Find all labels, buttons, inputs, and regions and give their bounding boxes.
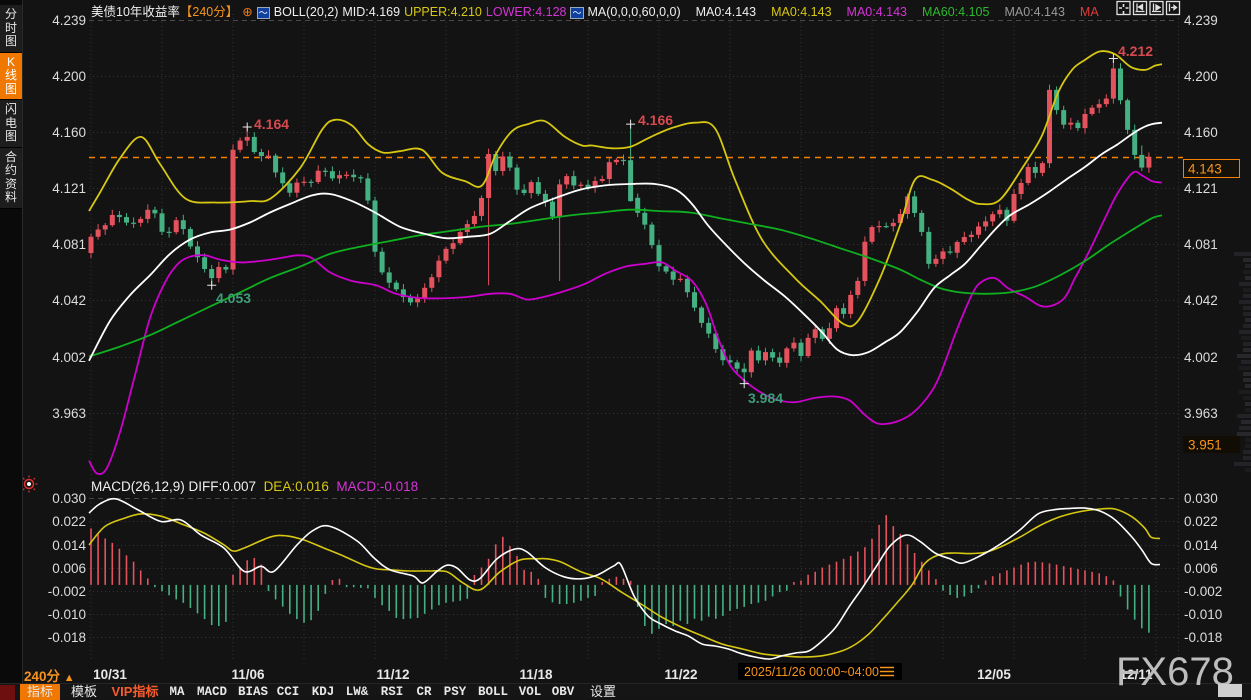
svg-text:-0.018: -0.018 (1184, 630, 1222, 645)
svg-text:12/05: 12/05 (977, 667, 1011, 682)
svg-text:4.081: 4.081 (52, 237, 86, 252)
svg-text:3.963: 3.963 (52, 406, 86, 421)
svg-text:4.164: 4.164 (254, 116, 289, 132)
svg-text:-0.018: -0.018 (48, 630, 86, 645)
svg-text:-0.002: -0.002 (48, 584, 86, 599)
svg-text:11/18: 11/18 (519, 667, 553, 682)
svg-text:0.014: 0.014 (1184, 538, 1218, 553)
svg-text:0.030: 0.030 (1184, 491, 1218, 506)
svg-text:4.143: 4.143 (1188, 162, 1222, 177)
svg-text:4.166: 4.166 (638, 112, 673, 128)
svg-text:4.160: 4.160 (52, 125, 86, 140)
svg-text:11/12: 11/12 (376, 667, 409, 682)
svg-text:11/06: 11/06 (231, 667, 265, 682)
svg-text:-0.002: -0.002 (1184, 584, 1222, 599)
svg-text:10/31: 10/31 (93, 667, 127, 682)
svg-text:0.006: 0.006 (52, 561, 86, 576)
svg-text:4.081: 4.081 (1184, 237, 1218, 252)
svg-text:4.160: 4.160 (1184, 125, 1218, 140)
svg-text:-0.010: -0.010 (48, 607, 86, 622)
svg-text:0.014: 0.014 (52, 538, 86, 553)
svg-text:4.053: 4.053 (216, 290, 251, 306)
svg-text:4.200: 4.200 (1184, 69, 1218, 84)
svg-text:0.030: 0.030 (52, 491, 86, 506)
svg-text:4.002: 4.002 (1184, 350, 1218, 365)
svg-text:4.239: 4.239 (1184, 13, 1218, 28)
svg-text:4.239: 4.239 (52, 13, 86, 28)
svg-text:0.022: 0.022 (1184, 514, 1218, 529)
svg-text:4.121: 4.121 (1184, 181, 1218, 196)
svg-text:0.006: 0.006 (1184, 561, 1218, 576)
svg-text:4.200: 4.200 (52, 69, 86, 84)
svg-text:3.984: 3.984 (748, 390, 783, 406)
svg-text:-0.010: -0.010 (1184, 607, 1222, 622)
svg-text:4.212: 4.212 (1118, 43, 1153, 59)
svg-text:2025/11/26 00:00~04:00: 2025/11/26 00:00~04:00 (744, 665, 879, 679)
svg-text:0.022: 0.022 (52, 514, 86, 529)
svg-text:4.121: 4.121 (52, 181, 86, 196)
svg-text:3.963: 3.963 (1184, 406, 1218, 421)
svg-text:4.002: 4.002 (52, 350, 86, 365)
svg-text:4.042: 4.042 (52, 293, 86, 308)
svg-text:3.951: 3.951 (1188, 438, 1222, 453)
svg-text:11/22: 11/22 (664, 667, 697, 682)
svg-text:4.042: 4.042 (1184, 293, 1218, 308)
